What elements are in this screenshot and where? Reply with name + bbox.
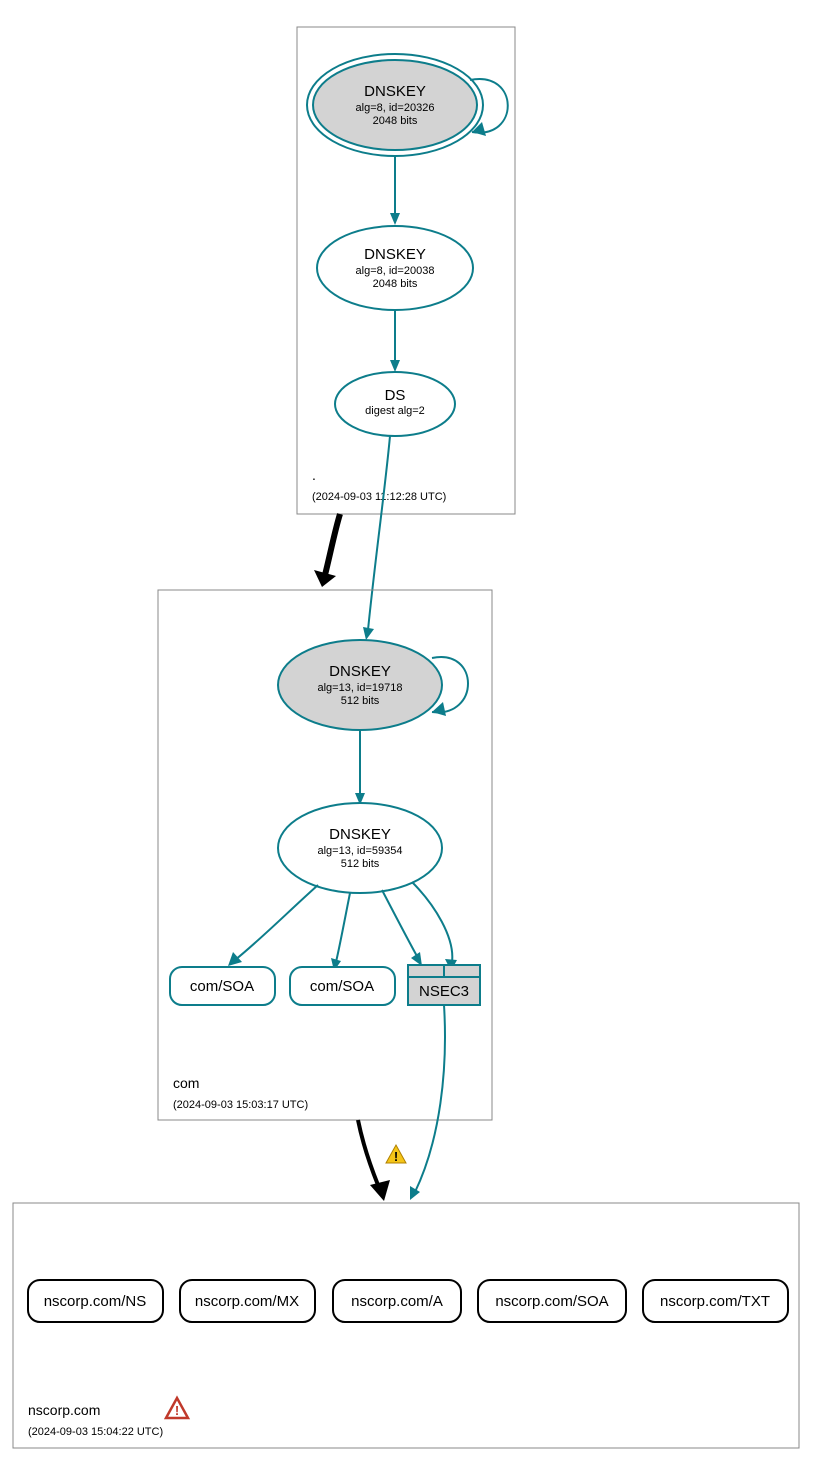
com-soa2-label: com/SOA [310, 978, 374, 995]
nscorp-soa-label: nscorp.com/SOA [495, 1293, 608, 1310]
node-nscorp-txt: nscorp.com/TXT [643, 1280, 788, 1322]
ds-digest: digest alg=2 [365, 405, 425, 417]
nscorp-txt-label: nscorp.com/TXT [660, 1293, 770, 1310]
zone-nscorp-label: nscorp.com [28, 1402, 100, 1418]
node-nscorp-mx: nscorp.com/MX [180, 1280, 315, 1322]
edge-nsec3-to-nscorp [415, 1005, 445, 1192]
com-ksk-bits: 512 bits [341, 695, 380, 707]
root-ksk-title: DNSKEY [364, 83, 426, 100]
edge-ds-to-comksk [368, 436, 390, 630]
error-icon: ! [166, 1398, 188, 1418]
node-root-ds: DS digest alg=2 [335, 372, 455, 436]
svg-text:!: ! [394, 1149, 398, 1164]
node-root-zsk: DNSKEY alg=8, id=20038 2048 bits [317, 226, 473, 310]
node-nscorp-a: nscorp.com/A [333, 1280, 461, 1322]
root-zsk-title: DNSKEY [364, 246, 426, 263]
arrow-root-ksk-self [472, 122, 486, 136]
arrow-rootksk-rootzsk [390, 213, 400, 225]
edge-root-to-com-delegation [325, 514, 340, 575]
zone-com-label: com [173, 1075, 199, 1091]
edge-com-to-nscorp-delegation [358, 1120, 378, 1185]
com-zsk-title: DNSKEY [329, 826, 391, 843]
root-ksk-bits: 2048 bits [373, 115, 418, 127]
zone-nscorp-box [13, 1203, 799, 1448]
zone-com-ts: (2024-09-03 15:03:17 UTC) [173, 1099, 308, 1111]
node-com-soa-2: com/SOA [290, 967, 395, 1005]
svg-text:!: ! [175, 1403, 179, 1418]
node-nsec3: NSEC3 [408, 965, 480, 1005]
node-nscorp-soa: nscorp.com/SOA [478, 1280, 626, 1322]
zone-root-ts: (2024-09-03 11:12:28 UTC) [312, 491, 446, 503]
com-zsk-alg: alg=13, id=59354 [317, 845, 402, 857]
nsec3-label: NSEC3 [419, 983, 469, 1000]
com-zsk-bits: 512 bits [341, 858, 380, 870]
root-zsk-bits: 2048 bits [373, 278, 418, 290]
warning-icon: ! [386, 1145, 406, 1164]
arrow-com-to-nscorp-delegation [370, 1180, 390, 1201]
node-root-ksk: DNSKEY alg=8, id=20326 2048 bits [307, 54, 483, 156]
node-com-ksk: DNSKEY alg=13, id=19718 512 bits [278, 640, 442, 730]
dnssec-diagram: . (2024-09-03 11:12:28 UTC) DNSKEY alg=8… [0, 0, 813, 1477]
zone-nscorp-ts: (2024-09-03 15:04:22 UTC) [28, 1426, 163, 1438]
nscorp-mx-label: nscorp.com/MX [195, 1293, 299, 1310]
root-zsk-alg: alg=8, id=20038 [356, 265, 435, 277]
edge-comzsk-nsec3-r [412, 882, 452, 962]
com-ksk-alg: alg=13, id=19718 [317, 682, 402, 694]
zone-root-label: . [312, 467, 316, 483]
arrow-rootzsk-ds [390, 360, 400, 372]
arrow-comzsk-soa1 [228, 952, 242, 966]
node-nscorp-ns: nscorp.com/NS [28, 1280, 163, 1322]
edge-comzsk-nsec3-l [382, 890, 418, 958]
nscorp-a-label: nscorp.com/A [351, 1293, 443, 1310]
node-com-zsk: DNSKEY alg=13, id=59354 512 bits [278, 803, 442, 893]
arrow-nsec3-to-nscorp [410, 1186, 420, 1200]
edge-comzsk-soa2 [336, 893, 350, 962]
ds-title: DS [385, 387, 406, 404]
root-ksk-alg: alg=8, id=20326 [356, 102, 435, 114]
com-ksk-title: DNSKEY [329, 663, 391, 680]
node-com-soa-1: com/SOA [170, 967, 275, 1005]
edge-comzsk-soa1 [235, 885, 318, 960]
com-soa1-label: com/SOA [190, 978, 254, 995]
arrow-ds-to-comksk [363, 627, 374, 640]
nscorp-ns-label: nscorp.com/NS [44, 1293, 147, 1310]
